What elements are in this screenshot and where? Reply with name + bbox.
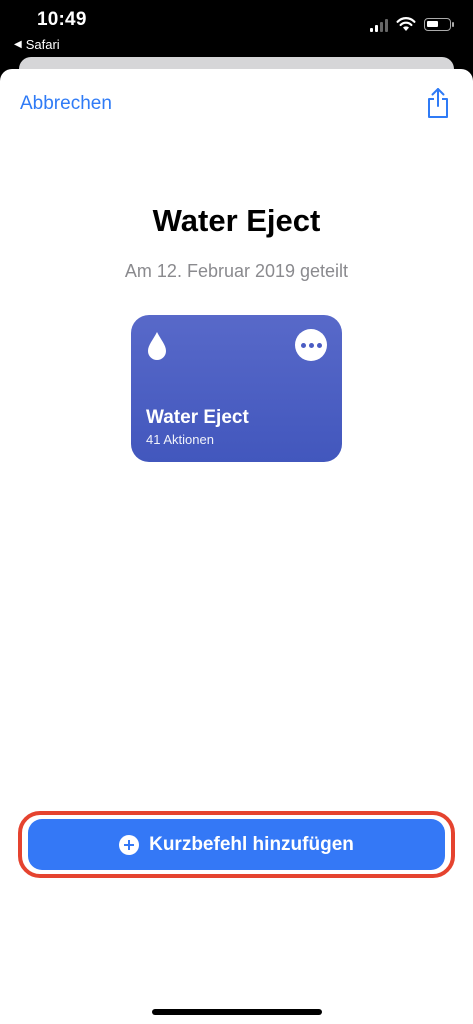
card-shortcut-name: Water Eject: [146, 407, 249, 428]
wifi-icon: [396, 17, 416, 31]
signal-icon: [370, 18, 388, 32]
card-action-count: 41 Aktionen: [146, 432, 214, 447]
battery-icon: [424, 18, 454, 31]
water-drop-icon: [148, 332, 166, 360]
shortcut-card[interactable]: Water Eject 41 Aktionen: [131, 315, 342, 462]
shortcut-title: Water Eject: [152, 203, 321, 238]
share-icon[interactable]: [425, 87, 451, 119]
back-to-app-button[interactable]: ◀ Safari: [14, 37, 60, 52]
shared-date: Am 12. Februar 2019 geteilt: [124, 261, 349, 281]
more-icon[interactable]: [295, 329, 327, 361]
home-indicator: [152, 1009, 322, 1015]
status-time: 10:49: [37, 9, 87, 30]
back-app-label: Safari: [25, 37, 60, 52]
add-shortcut-label: Kurzbefehl hinzufügen: [149, 833, 354, 855]
plus-circle-icon: [119, 834, 140, 855]
status-icons: [370, 17, 454, 32]
cancel-button[interactable]: Abbrechen: [20, 93, 112, 115]
shortcut-sheet: Abbrechen Water Eject Am 12. Februar 201…: [0, 69, 473, 1024]
status-bar: 10:49 ◀ Safari: [0, 0, 473, 60]
add-shortcut-button[interactable]: Kurzbefehl hinzufügen: [28, 819, 445, 870]
back-arrow-icon: ◀: [14, 39, 22, 50]
